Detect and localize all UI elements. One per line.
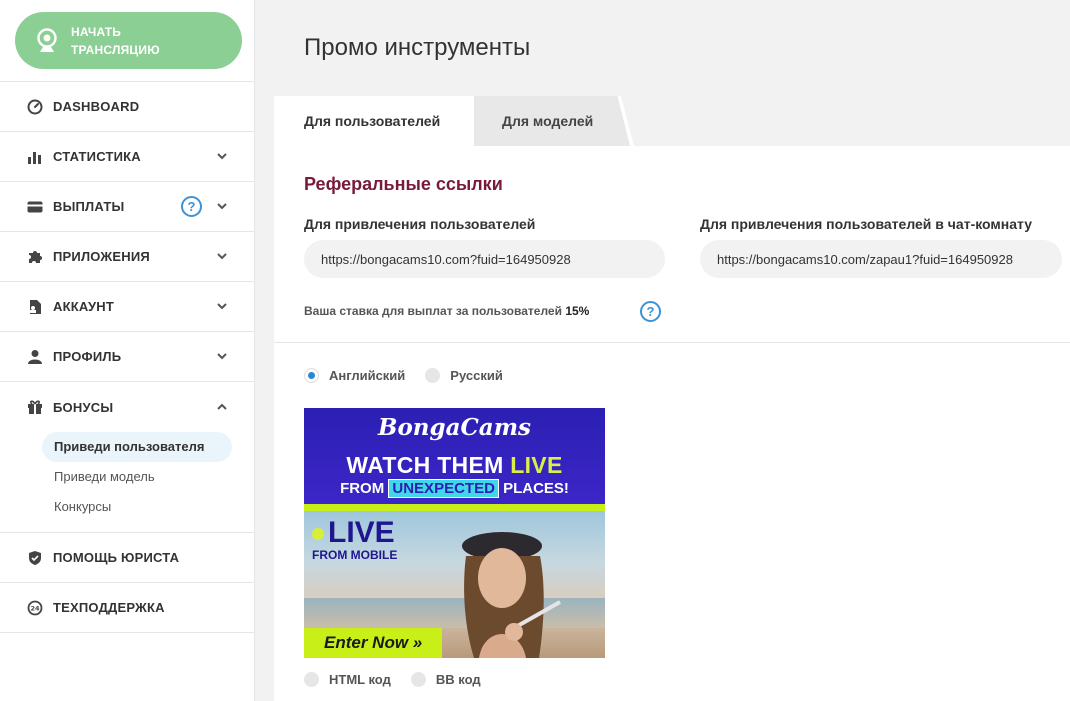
- radio-label: BB код: [435, 672, 481, 687]
- sidebar-item-label: СТАТИСТИКА: [53, 149, 141, 164]
- bar-chart-icon: [25, 147, 45, 167]
- webcam-icon: [35, 27, 59, 55]
- radio-unchecked-indicator: [425, 368, 441, 383]
- radio-checked-indicator: [304, 368, 319, 383]
- banner-headline: WATCH THEM LIVE: [304, 452, 605, 479]
- account-icon: [25, 297, 45, 317]
- user-referral-link-input[interactable]: [304, 240, 665, 278]
- sidebar-item-apps[interactable]: ПРИЛОЖЕНИЯ: [0, 231, 254, 281]
- banner-headline-a: WATCH THEM: [346, 452, 511, 478]
- support-24-icon: 24: [25, 598, 45, 618]
- banner-subheadline: FROM UNEXPECTED PLACES!: [304, 479, 605, 498]
- user-link-label: Для привлечения пользователей: [304, 216, 536, 232]
- section-divider: [274, 342, 1070, 343]
- sidebar-item-label: ТЕХПОДДЕРЖКА: [53, 600, 165, 615]
- chat-link-label: Для привлечения пользователей в чат-комн…: [700, 216, 1033, 232]
- submenu-item-refer-model[interactable]: Приведи модель: [42, 462, 232, 492]
- bullet-icon: [312, 528, 324, 541]
- radio-unchecked-indicator: [304, 672, 319, 687]
- banner-live-label: LIVE: [328, 516, 395, 549]
- code-type-radio-group: HTML код BB код: [304, 672, 501, 687]
- shield-icon: [25, 548, 45, 568]
- sidebar-item-support[interactable]: 24 ТЕХПОДДЕРЖКА: [0, 582, 254, 632]
- radio-unchecked-indicator: [410, 672, 426, 687]
- banner-live-text: LIVE: [312, 516, 395, 550]
- sidebar-item-label: ПОМОЩЬ ЮРИСТА: [53, 550, 180, 565]
- sidebar-divider: [0, 632, 254, 633]
- sidebar-item-label: БОНУСЫ: [53, 399, 114, 415]
- dashboard-gauge-icon: [25, 97, 45, 117]
- svg-text:24: 24: [30, 604, 40, 612]
- puzzle-icon: [25, 247, 45, 267]
- banner-enter-button[interactable]: Enter Now »: [304, 628, 442, 658]
- banner-sub-c: PLACES!: [498, 480, 569, 497]
- gift-icon: [25, 397, 45, 417]
- help-icon[interactable]: ?: [181, 196, 202, 217]
- sidebar-item-profile[interactable]: ПРОФИЛЬ: [0, 331, 254, 381]
- radio-label: HTML код: [329, 672, 391, 687]
- bonuses-submenu: Приведи пользователя Приведи модель Конк…: [0, 432, 254, 532]
- chat-referral-link-input[interactable]: [700, 240, 1062, 278]
- banner-stripe: [304, 504, 605, 511]
- sidebar-item-legal-help[interactable]: ПОМОЩЬ ЮРИСТА: [0, 532, 254, 582]
- chevron-down-icon: [216, 350, 228, 362]
- banner-person-illustration: [462, 532, 561, 658]
- main-content: Промо инструменты Для моделей Для пользо…: [256, 0, 1070, 701]
- payout-rate-label: Ваша ставка для выплат за пользователей: [304, 304, 562, 318]
- promo-panel: Реферальные ссылки Для привлечения польз…: [274, 146, 1070, 701]
- sidebar-item-statistics[interactable]: СТАТИСТИКА: [0, 131, 254, 181]
- tab-bar: Для моделей Для пользователей: [274, 96, 1070, 146]
- chevron-up-icon: [216, 400, 228, 412]
- sidebar-item-label: ВЫПЛАТЫ: [53, 199, 125, 214]
- language-radio-group: Английский Русский: [304, 368, 523, 383]
- sidebar-item-label: АККАУНТ: [53, 299, 114, 314]
- radio-html-code[interactable]: HTML код: [304, 672, 391, 687]
- banner-headline-b: LIVE: [510, 452, 563, 478]
- submenu-item-contests[interactable]: Конкурсы: [42, 492, 232, 522]
- banner-mobile-text: FROM MOBILE: [312, 548, 398, 562]
- radio-label: Русский: [450, 368, 503, 383]
- chevron-down-icon: [216, 150, 228, 162]
- sidebar-item-bonuses[interactable]: БОНУСЫ: [0, 382, 254, 432]
- page-title: Промо инструменты: [304, 34, 531, 61]
- sidebar-item-label: ПРОФИЛЬ: [53, 349, 122, 364]
- promo-banner[interactable]: BongaCams WATCH THEM LIVE FROM UNEXPECTE…: [304, 408, 605, 658]
- chevron-down-icon: [216, 200, 228, 212]
- sidebar-item-label: ПРИЛОЖЕНИЯ: [53, 249, 150, 264]
- payout-rate-text: Ваша ставка для выплат за пользователей …: [304, 304, 589, 318]
- sidebar-item-dashboard[interactable]: DASHBOARD: [0, 81, 254, 131]
- payout-rate-value: 15%: [565, 304, 590, 318]
- user-icon: [25, 347, 45, 367]
- sidebar: НАЧАТЬ ТРАНСЛЯЦИЮ DASHBOARD СТАТИСТИКА В…: [0, 0, 255, 701]
- sidebar-menu: DASHBOARD СТАТИСТИКА ВЫПЛАТЫ ? ПРИЛОЖЕНИ…: [0, 81, 254, 633]
- section-title: Реферальные ссылки: [304, 174, 503, 194]
- credit-card-icon: [25, 197, 45, 217]
- tab-for-users[interactable]: Для пользователей: [274, 96, 474, 146]
- sidebar-group-bonuses: БОНУСЫ Приведи пользователя Приведи моде…: [0, 381, 254, 532]
- submenu-item-refer-user[interactable]: Приведи пользователя: [42, 432, 232, 462]
- sidebar-item-account[interactable]: АККАУНТ: [0, 281, 254, 331]
- banner-sub-b: UNEXPECTED: [388, 479, 499, 498]
- start-stream-button[interactable]: НАЧАТЬ ТРАНСЛЯЦИЮ: [15, 12, 242, 69]
- radio-label: Английский: [329, 368, 406, 383]
- banner-logo: BongaCams: [378, 414, 531, 441]
- radio-russian[interactable]: Русский: [425, 368, 503, 383]
- tab-for-models[interactable]: Для моделей: [474, 96, 630, 146]
- help-icon[interactable]: ?: [640, 301, 661, 322]
- radio-english[interactable]: Английский: [304, 368, 405, 383]
- banner-sub-a: FROM: [340, 480, 389, 497]
- sidebar-item-payouts[interactable]: ВЫПЛАТЫ ?: [0, 181, 254, 231]
- start-stream-label: НАЧАТЬ ТРАНСЛЯЦИЮ: [71, 24, 160, 57]
- chevron-down-icon: [216, 250, 228, 262]
- chevron-down-icon: [216, 300, 228, 312]
- radio-bb-code[interactable]: BB код: [410, 672, 481, 687]
- sidebar-item-label: DASHBOARD: [53, 99, 140, 114]
